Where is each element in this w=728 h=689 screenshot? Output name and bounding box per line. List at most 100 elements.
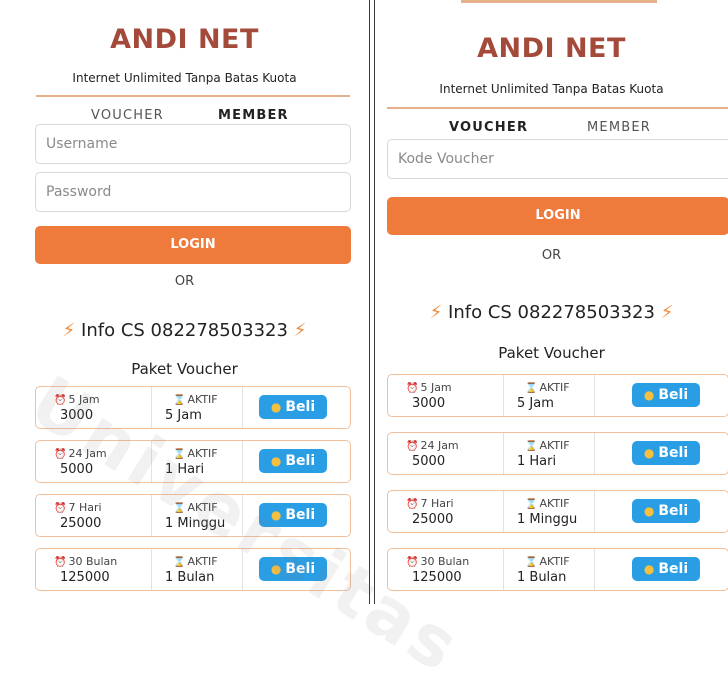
money-bag-icon: ● xyxy=(643,446,655,460)
package-status: ⌛ AKTIF xyxy=(525,555,570,568)
package-active-period: 1 Hari xyxy=(165,462,205,477)
money-bag-icon: ● xyxy=(643,504,655,518)
tab-voucher[interactable]: VOUCHER xyxy=(91,108,164,123)
package-title: Paket Voucher xyxy=(498,344,605,362)
package-row: ⏰ 24 Jam 5000 ⌛ AKTIF 1 Hari ● Beli xyxy=(387,432,728,475)
package-price: 25000 xyxy=(412,512,454,527)
header-divider xyxy=(36,95,350,97)
package-active-period: 1 Bulan xyxy=(517,570,567,585)
login-button[interactable]: LOGIN xyxy=(35,226,351,264)
money-bag-icon: ● xyxy=(643,562,655,576)
or-separator: OR xyxy=(174,274,195,289)
money-bag-icon: ● xyxy=(270,400,282,414)
tagline: Internet Unlimited Tanpa Batas Kuota xyxy=(72,71,297,85)
tab-member[interactable]: MEMBER xyxy=(587,120,651,135)
buy-button[interactable]: ● Beli xyxy=(259,503,327,527)
package-row: ⏰ 30 Bulan 125000 ⌛ AKTIF 1 Bulan ● Beli xyxy=(387,548,728,591)
hourglass-icon: ⌛ xyxy=(525,499,538,510)
money-bag-icon: ● xyxy=(643,388,655,402)
package-duration-cell: ⏰ 24 Jam 5000 xyxy=(36,441,152,482)
package-status-cell: ⌛ AKTIF 5 Jam xyxy=(503,375,595,416)
package-active-period: 1 Hari xyxy=(517,454,557,469)
alarm-clock-icon: ⏰ xyxy=(406,557,419,568)
package-status: ⌛ AKTIF xyxy=(525,439,570,452)
info-cs: ⚡ Info CS 082278503323 ⚡ xyxy=(375,302,728,323)
buy-button[interactable]: ● Beli xyxy=(632,499,700,523)
package-active-period: 1 Minggu xyxy=(517,512,578,527)
hourglass-icon: ⌛ xyxy=(525,383,538,394)
alarm-clock-icon: ⏰ xyxy=(406,499,419,510)
member-login-panel: ANDI NET Internet Unlimited Tanpa Batas … xyxy=(0,0,370,604)
buy-button[interactable]: ● Beli xyxy=(259,557,327,581)
package-duration-cell: ⏰ 7 Hari 25000 xyxy=(388,491,504,532)
voucher-code-input[interactable]: Kode Voucher xyxy=(387,139,728,179)
package-duration: ⏰ 5 Jam xyxy=(54,393,100,406)
alarm-clock-icon: ⏰ xyxy=(406,441,419,452)
package-duration: ⏰ 7 Hari xyxy=(54,501,102,514)
header-divider xyxy=(387,107,728,109)
tab-voucher[interactable]: VOUCHER xyxy=(449,120,528,135)
package-row: ⏰ 5 Jam 3000 ⌛ AKTIF 5 Jam ● Beli xyxy=(387,374,728,417)
top-accent-bar xyxy=(461,0,657,3)
package-price: 5000 xyxy=(60,462,94,477)
package-duration: ⏰ 30 Bulan xyxy=(406,555,470,568)
package-status-cell: ⌛ AKTIF 1 Bulan xyxy=(151,549,243,590)
lightning-icon: ⚡ xyxy=(429,302,443,323)
buy-button[interactable]: ● Beli xyxy=(259,449,327,473)
brand-title: ANDI NET xyxy=(110,24,259,55)
package-price: 5000 xyxy=(412,454,446,469)
money-bag-icon: ● xyxy=(270,562,282,576)
buy-button[interactable]: ● Beli xyxy=(632,557,700,581)
package-price: 125000 xyxy=(412,570,462,585)
lightning-icon: ⚡ xyxy=(62,320,76,341)
package-status: ⌛ AKTIF xyxy=(525,497,570,510)
package-row: ⏰ 7 Hari 25000 ⌛ AKTIF 1 Minggu ● Beli xyxy=(35,494,351,537)
login-button[interactable]: LOGIN xyxy=(387,197,728,235)
buy-button[interactable]: ● Beli xyxy=(259,395,327,419)
package-status-cell: ⌛ AKTIF 1 Bulan xyxy=(503,549,595,590)
alarm-clock-icon: ⏰ xyxy=(54,395,67,406)
alarm-clock-icon: ⏰ xyxy=(406,383,419,394)
package-status-cell: ⌛ AKTIF 1 Hari xyxy=(503,433,595,474)
alarm-clock-icon: ⏰ xyxy=(54,449,67,460)
package-status-cell: ⌛ AKTIF 1 Minggu xyxy=(503,491,595,532)
hourglass-icon: ⌛ xyxy=(173,503,186,514)
package-active-period: 1 Bulan xyxy=(165,570,215,585)
package-duration-cell: ⏰ 5 Jam 3000 xyxy=(36,387,152,428)
package-status: ⌛ AKTIF xyxy=(173,393,218,406)
brand-title: ANDI NET xyxy=(477,33,626,64)
package-price: 3000 xyxy=(412,396,446,411)
voucher-login-panel: ANDI NET Internet Unlimited Tanpa Batas … xyxy=(374,0,728,604)
package-duration-cell: ⏰ 24 Jam 5000 xyxy=(388,433,504,474)
tab-member[interactable]: MEMBER xyxy=(218,108,289,123)
password-input[interactable]: Password xyxy=(35,172,351,212)
hourglass-icon: ⌛ xyxy=(525,557,538,568)
package-duration-cell: ⏰ 30 Bulan 125000 xyxy=(388,549,504,590)
money-bag-icon: ● xyxy=(270,454,282,468)
hourglass-icon: ⌛ xyxy=(525,441,538,452)
package-active-period: 5 Jam xyxy=(517,396,554,411)
lightning-icon: ⚡ xyxy=(293,320,307,341)
package-duration: ⏰ 24 Jam xyxy=(406,439,459,452)
package-status: ⌛ AKTIF xyxy=(173,555,218,568)
tagline: Internet Unlimited Tanpa Batas Kuota xyxy=(439,82,664,96)
info-cs-text: Info CS 082278503323 xyxy=(81,320,288,341)
package-duration: ⏰ 24 Jam xyxy=(54,447,107,460)
buy-button[interactable]: ● Beli xyxy=(632,383,700,407)
package-row: ⏰ 7 Hari 25000 ⌛ AKTIF 1 Minggu ● Beli xyxy=(387,490,728,533)
package-status-cell: ⌛ AKTIF 5 Jam xyxy=(151,387,243,428)
package-duration: ⏰ 7 Hari xyxy=(406,497,454,510)
info-cs: ⚡ Info CS 082278503323 ⚡ xyxy=(0,320,369,341)
package-status: ⌛ AKTIF xyxy=(173,501,218,514)
or-separator: OR xyxy=(541,248,562,263)
package-duration: ⏰ 5 Jam xyxy=(406,381,452,394)
buy-button[interactable]: ● Beli xyxy=(632,441,700,465)
lightning-icon: ⚡ xyxy=(660,302,674,323)
package-price: 125000 xyxy=(60,570,110,585)
alarm-clock-icon: ⏰ xyxy=(54,503,67,514)
package-status-cell: ⌛ AKTIF 1 Minggu xyxy=(151,495,243,536)
package-row: ⏰ 24 Jam 5000 ⌛ AKTIF 1 Hari ● Beli xyxy=(35,440,351,483)
package-active-period: 5 Jam xyxy=(165,408,202,423)
username-input[interactable]: Username xyxy=(35,124,351,164)
package-duration-cell: ⏰ 5 Jam 3000 xyxy=(388,375,504,416)
